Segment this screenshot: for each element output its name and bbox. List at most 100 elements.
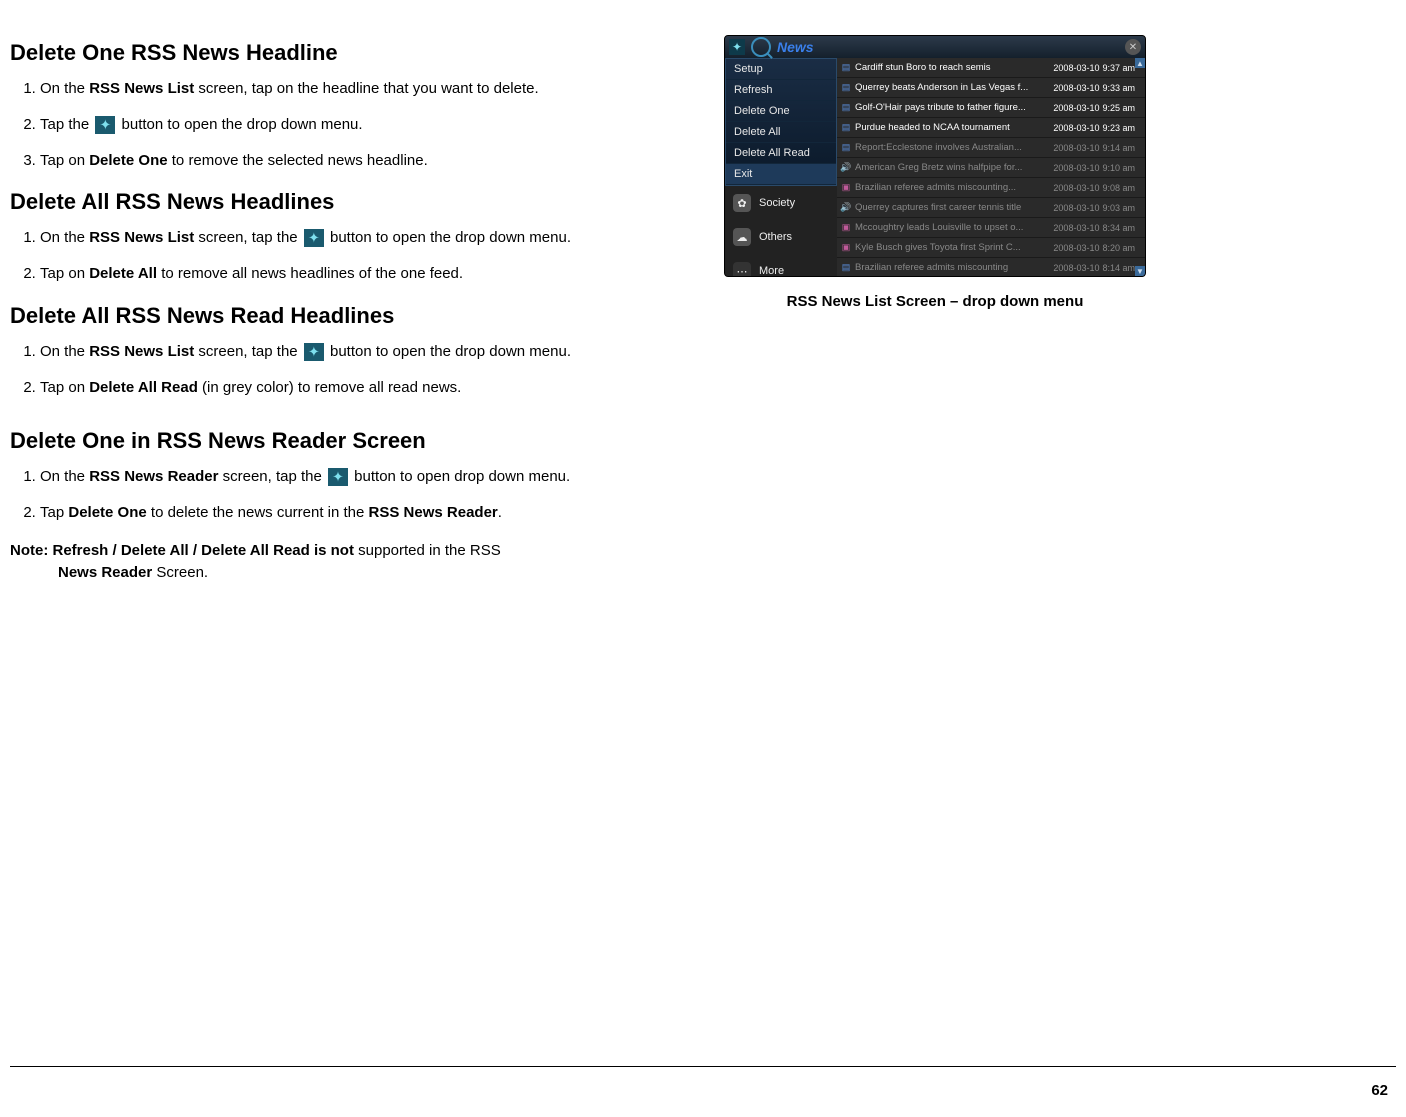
headline-text: Kyle Busch gives Toyota first Sprint C..… (855, 242, 1050, 253)
step: On the RSS News Reader screen, tap the b… (40, 466, 690, 488)
step: Tap Delete One to delete the news curren… (40, 502, 690, 524)
heading-delete-all-read: Delete All RSS News Read Headlines (10, 303, 690, 329)
step: Tap on Delete All Read (in grey color) t… (40, 377, 690, 399)
menu-icon (304, 343, 324, 361)
society-icon: ✿ (733, 194, 751, 212)
screenshot-caption: RSS News List Screen – drop down menu (720, 293, 1150, 310)
date-text: 2008-03-10 (1053, 123, 1099, 133)
pic-icon: ▣ (841, 223, 851, 233)
step: On the RSS News List screen, tap the but… (40, 227, 690, 249)
menu-item-exit[interactable]: Exit (726, 164, 836, 185)
news-row[interactable]: ▤ Brazilian referee admits miscounting200… (837, 258, 1145, 277)
time-text: 9:23 am (1102, 123, 1135, 133)
time-text: 9:14 am (1102, 143, 1135, 153)
date-text: 2008-03-10 (1053, 103, 1099, 113)
headline-text: Querrey captures first career tennis tit… (855, 202, 1050, 213)
time-text: 8:20 am (1102, 243, 1135, 253)
sidebar-item-more[interactable]: ⋯ More (725, 254, 837, 277)
pic-icon: ▣ (841, 183, 851, 193)
time-text: 9:37 am (1102, 63, 1135, 73)
news-row[interactable]: ▣ Kyle Busch gives Toyota first Sprint C.… (837, 238, 1145, 258)
news-row[interactable]: ▣ Mccoughtry leads Louisville to upset o.… (837, 218, 1145, 238)
date-text: 2008-03-10 (1053, 143, 1099, 153)
close-icon[interactable]: ✕ (1125, 39, 1141, 55)
step: Tap on Delete One to remove the selected… (40, 150, 690, 172)
date-text: 2008-03-10 (1053, 243, 1099, 253)
headline-text: Mccoughtry leads Louisville to upset o..… (855, 222, 1050, 233)
sidebar-item-society[interactable]: ✿ Society (725, 186, 837, 220)
doc-icon: ▤ (841, 123, 851, 133)
search-icon[interactable] (751, 37, 771, 57)
headline-text: Cardiff stun Boro to reach semis (855, 62, 1050, 73)
menu-icon (304, 229, 324, 247)
doc-icon: ▤ (841, 143, 851, 153)
sidebar-item-others[interactable]: ☁ Others (725, 220, 837, 254)
news-row[interactable]: ▤Cardiff stun Boro to reach semis2008-03… (837, 58, 1145, 78)
date-text: 2008-03-10 (1053, 163, 1099, 173)
instructions-column: Delete One RSS News Headline On the RSS … (10, 30, 690, 585)
menu-item-setup[interactable]: Setup (726, 59, 836, 80)
time-text: 8:14 am (1102, 263, 1135, 273)
date-text: 2008-03-10 (1053, 263, 1099, 273)
headline-text: Purdue headed to NCAA tournament (855, 122, 1050, 133)
topbar: News ✕ (725, 36, 1145, 58)
steps-delete-all: On the RSS News List screen, tap the but… (10, 227, 690, 285)
steps-delete-all-read: On the RSS News List screen, tap the but… (10, 341, 690, 399)
headline-text: Brazilian referee admits miscounting... (855, 182, 1050, 193)
headline-text: Brazilian referee admits miscounting (855, 262, 1050, 273)
others-icon: ☁ (733, 228, 751, 246)
steps-delete-one-reader: On the RSS News Reader screen, tap the b… (10, 466, 690, 524)
news-row[interactable]: ▤ Golf-O'Hair pays tribute to father figu… (837, 98, 1145, 118)
drop-down-menu: Setup Refresh Delete One Delete All Dele… (725, 58, 837, 186)
menu-item-delete-all-read[interactable]: Delete All Read (726, 143, 836, 164)
step: On the RSS News List screen, tap the but… (40, 341, 690, 363)
news-row[interactable]: 🔊 Querrey captures first career tennis ti… (837, 198, 1145, 218)
note: Note: Refresh / Delete All / Delete All … (10, 540, 690, 585)
menu-icon (95, 116, 115, 134)
time-text: 8:34 am (1102, 223, 1135, 233)
page-number: 62 (1371, 1082, 1388, 1099)
time-text: 9:03 am (1102, 203, 1135, 213)
time-text: 9:25 am (1102, 103, 1135, 113)
scroll-down-icon[interactable]: ▼ (1135, 266, 1145, 276)
doc-icon: ▤ (841, 103, 851, 113)
snd-icon: 🔊 (841, 203, 851, 213)
snd-icon: 🔊 (841, 163, 851, 173)
heading-delete-one: Delete One RSS News Headline (10, 40, 690, 66)
scroll-up-icon[interactable]: ▲ (1135, 58, 1145, 68)
heading-delete-one-reader: Delete One in RSS News Reader Screen (10, 428, 690, 454)
menu-item-delete-one[interactable]: Delete One (726, 101, 836, 122)
doc-icon: ▤ (841, 263, 851, 273)
news-row[interactable]: ▤ Purdue headed to NCAA tournament2008-03… (837, 118, 1145, 138)
step: Tap on Delete All to remove all news hea… (40, 263, 690, 285)
time-text: 9:08 am (1102, 183, 1135, 193)
headline-text: Querrey beats Anderson in Las Vegas f... (855, 82, 1050, 93)
device-screenshot: News ✕ Setup Refresh Delete One Delete A… (724, 35, 1146, 277)
doc-icon: ▤ (841, 83, 851, 93)
step: Tap the button to open the drop down men… (40, 114, 690, 136)
sidebar: Setup Refresh Delete One Delete All Dele… (725, 58, 837, 276)
news-row[interactable]: ▤ Querrey beats Anderson in Las Vegas f..… (837, 78, 1145, 98)
pic-icon: ▣ (841, 243, 851, 253)
menu-icon (328, 468, 348, 486)
doc-icon: ▤ (841, 63, 851, 73)
heading-delete-all: Delete All RSS News Headlines (10, 189, 690, 215)
date-text: 2008-03-10 (1053, 223, 1099, 233)
app-logo-icon[interactable] (729, 39, 745, 55)
headline-text: American Greg Bretz wins halfpipe for... (855, 162, 1050, 173)
date-text: 2008-03-10 (1053, 83, 1099, 93)
date-text: 2008-03-10 (1053, 203, 1099, 213)
time-text: 9:10 am (1102, 163, 1135, 173)
time-text: 9:33 am (1102, 83, 1135, 93)
headline-text: Golf-O'Hair pays tribute to father figur… (855, 102, 1050, 113)
news-row[interactable]: ▤ Report:Ecclestone involves Australian..… (837, 138, 1145, 158)
headline-text: Report:Ecclestone involves Australian... (855, 142, 1050, 153)
news-row[interactable]: ▣ Brazilian referee admits miscounting...… (837, 178, 1145, 198)
app-title: News (777, 39, 814, 55)
step: On the RSS News List screen, tap on the … (40, 78, 690, 100)
menu-item-delete-all[interactable]: Delete All (726, 122, 836, 143)
menu-item-refresh[interactable]: Refresh (726, 80, 836, 101)
news-row[interactable]: 🔊 American Greg Bretz wins halfpipe for..… (837, 158, 1145, 178)
news-feed: ▲ ▤Cardiff stun Boro to reach semis2008-… (837, 58, 1145, 276)
more-icon: ⋯ (733, 262, 751, 277)
